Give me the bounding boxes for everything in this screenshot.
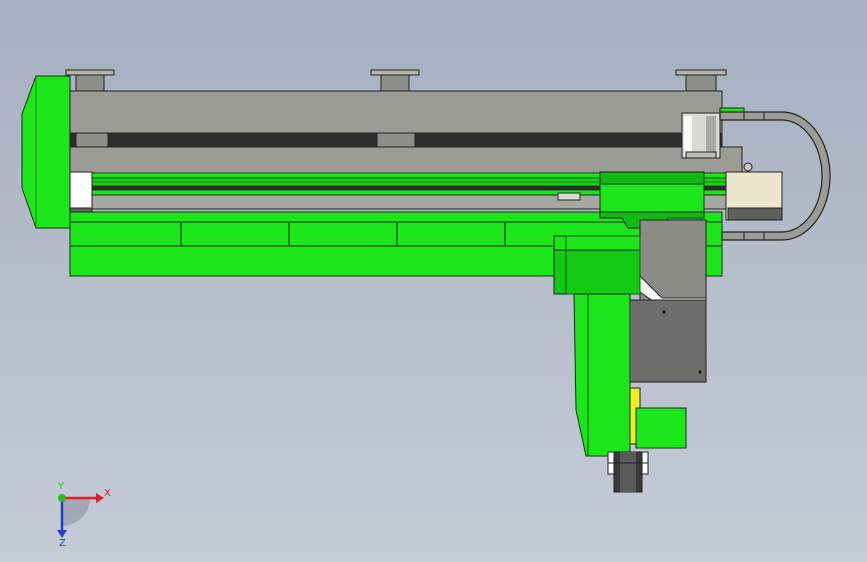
tool-nozzle [607, 451, 649, 493]
mounting-foot-right [675, 69, 727, 92]
servo-motor [681, 112, 721, 159]
y-axis-label: Y [57, 481, 65, 492]
x-axis-label: X [104, 488, 111, 499]
slot-spacer-center [376, 132, 416, 148]
cad-viewport[interactable]: X Y Z [0, 0, 867, 562]
left-endcap [69, 171, 93, 209]
spindle-motor-box [553, 235, 641, 295]
gantry-model[interactable] [0, 0, 867, 562]
belt-clamp [557, 192, 581, 201]
z-arrow-head [57, 530, 67, 538]
x-arrow-head [96, 493, 104, 503]
y-axis-dot [58, 494, 66, 502]
slot-spacer-left [75, 132, 109, 148]
limit-sensor [743, 162, 753, 172]
right-endcap-base [727, 207, 783, 221]
triad-plane [62, 498, 90, 526]
orientation-triad[interactable]: X Y Z [40, 478, 120, 548]
mounting-foot-center [370, 69, 420, 92]
left-end-plate [21, 75, 71, 229]
mounting-foot-left [65, 69, 115, 92]
upper-beam [69, 90, 723, 134]
z-axis-label: Z [59, 538, 66, 548]
lower-beam [69, 146, 743, 174]
